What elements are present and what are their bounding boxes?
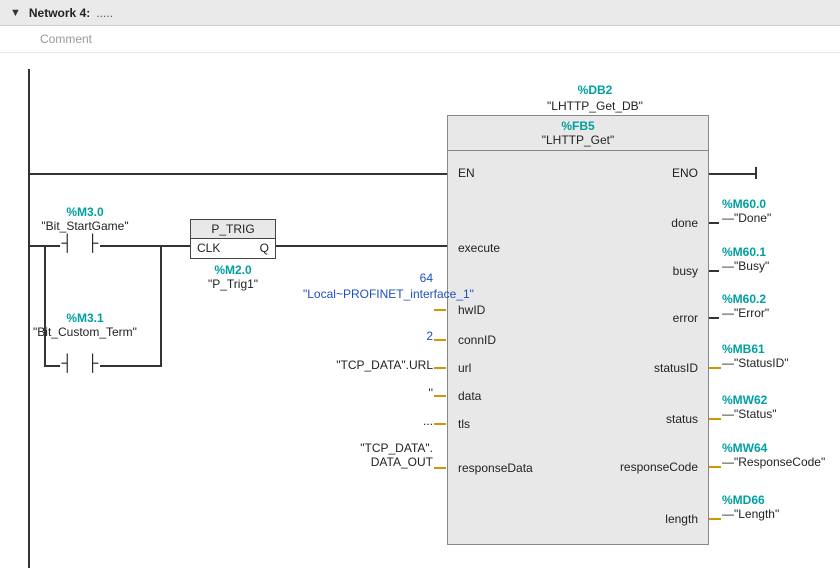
tls-value: ...: [313, 414, 433, 428]
wire: [30, 173, 447, 175]
data-value: '': [313, 386, 433, 400]
port-responsedata: responseData: [458, 461, 533, 475]
port-status: status: [666, 412, 698, 426]
ptrig-clk: CLK: [197, 241, 220, 255]
tick: [709, 418, 721, 420]
tick: [434, 339, 446, 341]
comment-field[interactable]: Comment: [0, 26, 840, 53]
hwid-value: 64: [313, 271, 433, 285]
ladder-canvas: %DB2 "LHTTP_Get_DB" %FB5 "LHTTP_Get" EN …: [0, 53, 840, 568]
contact1[interactable]: ┤├: [60, 237, 100, 255]
db-address: %DB2: [480, 83, 710, 97]
port-length: length: [665, 512, 698, 526]
tick: [434, 395, 446, 397]
fb-block[interactable]: %FB5 "LHTTP_Get" EN execute hwID connID …: [447, 115, 709, 545]
wire: [160, 245, 190, 247]
terminator-icon: [755, 167, 757, 179]
wire: [709, 317, 719, 319]
port-tls: tls: [458, 417, 470, 431]
hwid-sym: "Local~PROFINET_interface_1": [303, 287, 433, 301]
out-busy: %M60.1 —"Busy": [722, 245, 769, 273]
tick: [434, 467, 446, 469]
tick: [709, 466, 721, 468]
out-done: %M60.0 —"Done": [722, 197, 771, 225]
wire: [44, 245, 46, 365]
out-length: %MD66 —"Length": [722, 493, 779, 521]
ptrig-q: Q: [260, 241, 269, 255]
network-subtitle: .....: [96, 6, 113, 20]
out-statusid: %MB61 —"StatusID": [722, 342, 789, 370]
network-header: ▼ Network 4: .....: [0, 0, 840, 26]
contact2-label: %M3.1 "Bit_Custom_Term": [25, 311, 145, 339]
port-busy: busy: [673, 264, 698, 278]
respdata-sym1: "TCP_DATA".: [293, 441, 433, 455]
wire: [100, 245, 160, 247]
port-hwid: hwID: [458, 303, 485, 317]
ptrig-title: P_TRIG: [191, 220, 275, 239]
respdata-sym2: DATA_OUT: [293, 455, 433, 469]
port-url: url: [458, 361, 471, 375]
ptrig-block[interactable]: P_TRIG CLK Q: [190, 219, 276, 259]
wire: [44, 365, 60, 367]
port-responsecode: responseCode: [620, 460, 698, 474]
tick: [709, 367, 721, 369]
wire: [709, 270, 719, 272]
fb-address: %FB5: [448, 119, 708, 133]
port-en: EN: [458, 166, 475, 180]
contact1-label: %M3.0 "Bit_StartGame": [25, 205, 145, 233]
wire: [709, 222, 719, 224]
wire: [100, 365, 160, 367]
fb-header: %FB5 "LHTTP_Get": [448, 116, 708, 151]
wire-eno: [709, 173, 755, 175]
port-execute: execute: [458, 241, 500, 255]
network-title: Network 4:: [29, 6, 90, 20]
port-eno: ENO: [672, 166, 698, 180]
db-symbol: "LHTTP_Get_DB": [480, 99, 710, 113]
url-sym: "TCP_DATA".URL: [293, 358, 433, 372]
out-responsecode: %MW64 —"ResponseCode": [722, 441, 825, 469]
port-error: error: [673, 311, 698, 325]
connid-value: 2: [313, 329, 433, 343]
contact2[interactable]: ┤├: [60, 357, 100, 375]
port-connid: connID: [458, 333, 496, 347]
wire: [276, 245, 447, 247]
wire: [160, 245, 162, 367]
port-statusid: statusID: [654, 361, 698, 375]
out-error: %M60.2 —"Error": [722, 292, 769, 320]
ptrig-instance: %M2.0 "P_Trig1": [190, 263, 276, 291]
tick: [434, 309, 446, 311]
port-done: done: [671, 216, 698, 230]
collapse-arrow-icon[interactable]: ▼: [10, 7, 21, 19]
tick: [434, 367, 446, 369]
out-status: %MW62 —"Status": [722, 393, 777, 421]
port-data: data: [458, 389, 481, 403]
tick: [434, 423, 446, 425]
tick: [709, 518, 721, 520]
fb-symbol: "LHTTP_Get": [448, 133, 708, 147]
